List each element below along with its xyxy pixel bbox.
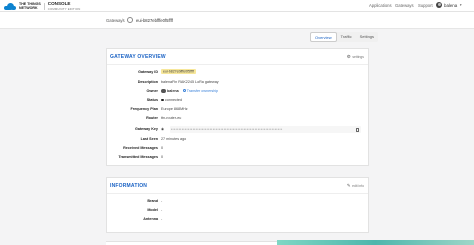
model-value: - <box>161 208 163 212</box>
tab-bar: Overview Traffic Settings <box>310 32 379 42</box>
received-messages-value: 0 <box>161 146 164 150</box>
frequency-plan-value: Europe 868MHz <box>161 107 188 111</box>
top-nav: THE THINGS NETWORK CONSOLE COMMUNITY EDI… <box>0 0 474 12</box>
gateway-key-mask: ••••••••••••••••••••••••••••••••••••••••… <box>171 127 283 132</box>
breadcrumb: Gateways › eui-b827ebfffe0f5ffff <box>0 12 474 29</box>
nav-support[interactable]: Support <box>418 3 433 8</box>
information-card: INFORMATION ✎ edit info <box>106 177 369 233</box>
gateway-key-label: Gateway Key <box>135 127 158 131</box>
status-label: Status <box>146 98 158 102</box>
router-value: ttn-router-eu <box>161 116 182 120</box>
footer-decoration <box>277 240 474 245</box>
edit-info-link[interactable]: ✎ edit info <box>347 183 364 189</box>
logo-wordmark: THE THINGS NETWORK <box>19 1 41 10</box>
description-label: Description <box>137 80 158 84</box>
ttn-logo[interactable]: THE THINGS NETWORK CONSOLE COMMUNITY EDI… <box>4 1 81 11</box>
owner-label: Owner <box>146 89 158 93</box>
status-value: connected <box>161 98 182 102</box>
antenna-value: - <box>161 217 163 221</box>
gateway-id-value: eui-b827ebfffe0f5ffff <box>161 68 196 75</box>
transmitted-messages-label: Transmitted Messages <box>118 155 158 159</box>
transfer-icon <box>182 89 186 93</box>
frequency-plan-label: Frequency Plan <box>130 107 158 111</box>
card-title: INFORMATION <box>110 183 148 189</box>
antenna-label: Antenna <box>143 217 158 221</box>
transfer-ownership-link[interactable]: Transfer ownership <box>182 89 218 93</box>
brand-label: Brand <box>147 199 158 203</box>
status-dot-icon <box>161 98 164 102</box>
gateway-id-label-wrap: Gateway ID <box>100 70 158 76</box>
tab-settings[interactable]: Settings <box>356 32 378 42</box>
nav-gateways[interactable]: Gateways <box>395 3 414 8</box>
divider <box>107 64 368 65</box>
gateway-id-label: Gateway ID <box>138 70 158 74</box>
description-value: balenaFin RAK2245 LoRa gateway <box>161 80 219 84</box>
last-seen-label: Last Seen <box>140 137 158 141</box>
breadcrumb-current: eui-b827ebfffe0f5ffff <box>136 18 173 23</box>
received-messages-label: Received Messages <box>123 146 158 150</box>
copy-icon[interactable] <box>356 127 359 132</box>
settings-link[interactable]: ⚙ settings <box>347 54 364 60</box>
user-menu[interactable]: balena ▼ <box>436 2 462 8</box>
user-name: balena <box>444 2 458 8</box>
tab-traffic[interactable]: Traffic <box>337 32 356 42</box>
gear-icon: ⚙ <box>346 54 351 59</box>
owner-value: balena Transfer ownership <box>161 88 218 93</box>
console-title: CONSOLE COMMUNITY EDITION <box>47 1 81 11</box>
brand-value: - <box>161 199 163 203</box>
nav-applications[interactable]: Applications <box>369 3 392 8</box>
cloud-logo-icon <box>4 3 16 10</box>
last-seen-value: 27 minutes ago <box>161 137 187 141</box>
model-label: Model <box>147 208 158 212</box>
router-label: Router <box>146 116 158 120</box>
breadcrumb-separator-icon: › <box>122 17 124 23</box>
gateway-key-field[interactable]: ••••••••••••••••••••••••••••••••••••••••… <box>170 126 361 133</box>
divider <box>107 193 368 194</box>
key-visibility-icon[interactable]: ◉ <box>161 127 164 131</box>
gateway-icon <box>127 17 133 23</box>
avatar <box>161 88 166 93</box>
logo-divider <box>43 3 45 10</box>
tab-overview[interactable]: Overview <box>310 32 337 42</box>
avatar <box>436 2 442 8</box>
card-title: GATEWAY OVERVIEW <box>110 54 166 60</box>
chevron-down-icon: ▼ <box>459 3 463 7</box>
pencil-icon: ✎ <box>346 183 351 188</box>
transmitted-messages-value: 0 <box>161 155 164 159</box>
